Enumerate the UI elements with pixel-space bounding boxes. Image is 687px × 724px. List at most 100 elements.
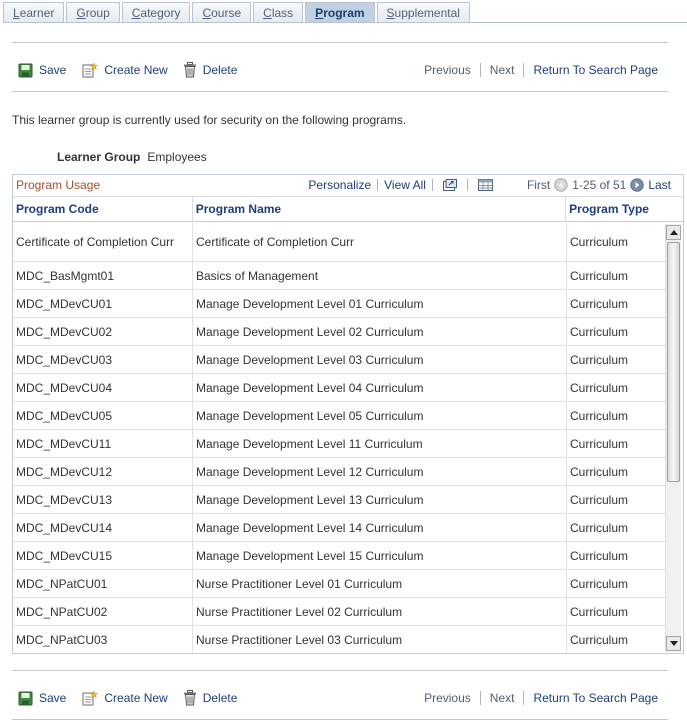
cell-program-code: MDC_MDevCU13 bbox=[16, 492, 113, 507]
table-row: MDC_NPatCU02 Nurse Practitioner Level 02 … bbox=[13, 598, 665, 626]
cell-program-type: Curriculum bbox=[566, 570, 665, 597]
grid-title: Program Usage bbox=[16, 178, 101, 192]
cell-program-code: Certificate of Completion Curr bbox=[16, 235, 175, 249]
save-button-bottom[interactable]: Save bbox=[18, 691, 66, 706]
cell-program-name: Basics of Management bbox=[192, 262, 566, 289]
cell-program-type: Curriculum bbox=[566, 458, 665, 485]
create-new-label: Create New bbox=[104, 691, 168, 705]
cell-program-code: MDC_MDevCU11 bbox=[16, 436, 112, 451]
trash-can-icon bbox=[183, 690, 197, 706]
scroll-down-button[interactable] bbox=[666, 636, 681, 651]
table-row: MDC_MDevCU13 Manage Development Level 13 … bbox=[13, 486, 665, 514]
save-button[interactable]: Save bbox=[18, 63, 66, 78]
learner-group-value: Employees bbox=[147, 150, 207, 164]
cell-program-name: Manage Development Level 11 Curriculum bbox=[192, 430, 566, 457]
previous-link[interactable]: Previous bbox=[424, 63, 471, 77]
right-arrow-icon[interactable] bbox=[630, 178, 645, 192]
cell-program-code: MDC_MDevCU02 bbox=[16, 324, 113, 339]
cell-program-name: Manage Development Level 02 Curriculum bbox=[192, 318, 566, 345]
page-tabs: Learner Group Category Course Class Program Su… bbox=[3, 2, 472, 23]
cell-program-name: Manage Development Level 14 Curriculum bbox=[192, 514, 566, 541]
grid-tools: Personalize View All First 1-25 of 51 La… bbox=[308, 178, 671, 192]
toolbar-separator bbox=[479, 63, 481, 77]
tab-supplemental[interactable]: Supplemental bbox=[376, 2, 470, 23]
tab-group[interactable]: Group bbox=[66, 2, 120, 23]
cell-program-name: Manage Development Level 05 Curriculum bbox=[192, 402, 566, 429]
create-new-button[interactable]: Create New bbox=[81, 62, 168, 78]
column-header-program-type[interactable]: Program Type bbox=[565, 197, 683, 221]
left-arrow-icon[interactable] bbox=[554, 178, 568, 192]
cell-program-code: MDC_MDevCU04 bbox=[16, 380, 113, 395]
spreadsheet-icon[interactable] bbox=[477, 179, 493, 191]
tab-program[interactable]: Program bbox=[305, 2, 375, 23]
column-header-program-name[interactable]: Program Name bbox=[191, 197, 565, 221]
table-row: MDC_MDevCU04 Manage Development Level 04 … bbox=[13, 374, 665, 402]
cell-program-type: Curriculum bbox=[566, 374, 665, 401]
last-link[interactable]: Last bbox=[648, 178, 671, 192]
table-row: MDC_MDevCU14 Manage Development Level 14 … bbox=[13, 514, 665, 542]
next-link[interactable]: Next bbox=[490, 63, 515, 77]
program-usage-grid: Program Usage Personalize View All First… bbox=[12, 174, 684, 654]
delete-label: Delete bbox=[202, 63, 238, 77]
scroll-up-button[interactable] bbox=[666, 225, 681, 240]
cell-program-type: Curriculum bbox=[566, 486, 665, 513]
grid-tools-separator bbox=[466, 179, 468, 191]
return-to-search-link-bottom[interactable]: Return To Search Page bbox=[533, 691, 658, 705]
cell-program-type: Curriculum bbox=[566, 598, 665, 625]
new-window-icon[interactable] bbox=[442, 179, 457, 191]
cell-program-type: Curriculum bbox=[566, 290, 665, 317]
delete-button-bottom[interactable]: Delete bbox=[183, 690, 238, 706]
tab-learner[interactable]: Learner bbox=[3, 2, 65, 23]
tab-course[interactable]: Course bbox=[192, 2, 252, 23]
floppy-disk-icon bbox=[18, 691, 33, 706]
toolbar-separator bbox=[523, 691, 525, 705]
cell-program-code: MDC_NPatCU02 bbox=[16, 604, 108, 619]
learner-group-label: Learner Group bbox=[57, 150, 141, 164]
floppy-disk-icon bbox=[18, 63, 33, 78]
tab-category[interactable]: Category bbox=[121, 2, 191, 23]
grid-scrollbar[interactable] bbox=[665, 224, 681, 652]
view-all-link[interactable]: View All bbox=[384, 178, 426, 192]
delete-label: Delete bbox=[202, 691, 238, 705]
table-row: MDC_NPatCU03 Nurse Practitioner Level 03 … bbox=[13, 626, 665, 653]
create-new-button-bottom[interactable]: Create New bbox=[81, 690, 168, 706]
tabs-divider bbox=[3, 22, 687, 23]
cell-program-type: Curriculum bbox=[566, 262, 665, 289]
personalize-link[interactable]: Personalize bbox=[308, 178, 371, 192]
delete-button[interactable]: Delete bbox=[183, 62, 238, 78]
next-link-bottom[interactable]: Next bbox=[490, 691, 515, 705]
tab-class[interactable]: Class bbox=[253, 2, 304, 23]
triangle-down-icon bbox=[669, 641, 678, 646]
info-text: This learner group is currently used for… bbox=[12, 113, 407, 127]
table-row: MDC_MDevCU15 Manage Development Level 15 … bbox=[13, 542, 665, 570]
cell-program-name: Manage Development Level 15 Curriculum bbox=[192, 542, 566, 569]
first-label: First bbox=[526, 178, 551, 192]
grid-header-bar: Program Usage Personalize View All First… bbox=[13, 175, 683, 197]
return-to-search-link[interactable]: Return To Search Page bbox=[533, 63, 658, 77]
cell-program-type: Curriculum bbox=[566, 223, 665, 261]
new-document-icon bbox=[81, 690, 99, 706]
grid-tools-separator bbox=[431, 179, 433, 191]
cell-program-name: Nurse Practitioner Level 02 Curriculum bbox=[192, 598, 566, 625]
cell-program-code: MDC_MDevCU01 bbox=[16, 296, 113, 311]
grid-tools-separator bbox=[377, 179, 379, 191]
cell-program-name: Certificate of Completion Curr bbox=[192, 223, 566, 261]
toolbar-separator bbox=[479, 691, 481, 705]
table-row: MDC_MDevCU01 Manage Development Level 01 … bbox=[13, 290, 665, 318]
scroll-thumb[interactable] bbox=[667, 242, 680, 482]
cell-program-type: Curriculum bbox=[566, 402, 665, 429]
previous-link-bottom[interactable]: Previous bbox=[424, 691, 471, 705]
cell-program-code: MDC_MDevCU15 bbox=[16, 548, 113, 563]
column-header-program-code[interactable]: Program Code bbox=[13, 197, 192, 221]
cell-program-code: MDC_BasMgmt01 bbox=[16, 268, 115, 283]
cell-program-code: MDC_MDevCU14 bbox=[16, 520, 113, 535]
grid-column-headers: Program Code Program Name Program Type bbox=[13, 197, 683, 222]
save-label: Save bbox=[39, 63, 67, 77]
cell-program-name: Manage Development Level 13 Curriculum bbox=[192, 486, 566, 513]
bottom-toolbar-bottom-rule bbox=[12, 719, 668, 720]
table-row: MDC_MDevCU03 Manage Development Level 03 … bbox=[13, 346, 665, 374]
cell-program-type: Curriculum bbox=[566, 626, 665, 653]
grid-rows: Certificate of Completion Curr Certificat… bbox=[13, 223, 665, 653]
cell-program-name: Nurse Practitioner Level 01 Curriculum bbox=[192, 570, 566, 597]
new-document-icon bbox=[81, 62, 99, 78]
